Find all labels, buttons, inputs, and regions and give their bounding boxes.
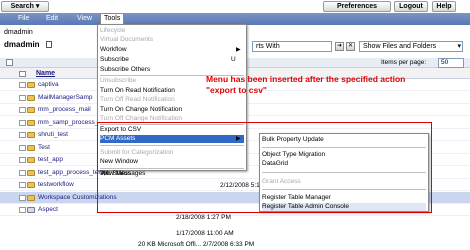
- document-icon: [27, 207, 35, 213]
- folder-icon: [27, 157, 35, 163]
- folder-icon: [27, 194, 35, 201]
- tools-menu-item[interactable]: Subscribe: [100, 56, 244, 64]
- filter-input-text: rts With: [256, 43, 280, 50]
- annotation-text: Menu has been inserted after the specifi…: [206, 74, 406, 95]
- help-button[interactable]: Help: [432, 1, 456, 12]
- submenu-arrow-icon: ▶: [236, 47, 241, 53]
- help-label: Help: [436, 3, 452, 10]
- menu-view[interactable]: View: [77, 14, 92, 24]
- row-checkbox[interactable]: [19, 182, 26, 188]
- items-per-page-value: 50: [441, 59, 449, 66]
- row-checkbox[interactable]: [19, 107, 26, 113]
- row-checkbox[interactable]: [19, 82, 26, 88]
- row-date: 1/17/2008 11:00 AM: [176, 230, 234, 237]
- row-name[interactable]: MailManagerSamp: [38, 94, 93, 101]
- row-name[interactable]: mm_samp_process_m: [38, 119, 104, 126]
- tools-menu-item[interactable]: Lifecycle: [100, 27, 244, 35]
- row-checkbox[interactable]: [19, 207, 26, 213]
- menu-file[interactable]: File: [18, 14, 29, 24]
- folder-icon: [27, 144, 35, 151]
- folder-icon: [27, 94, 35, 101]
- row-checkbox[interactable]: [19, 194, 26, 201]
- folder-icon: [27, 107, 35, 113]
- search-button-label: Search: [10, 3, 34, 10]
- go-arrow-icon[interactable]: ➜: [335, 42, 344, 51]
- logout-button[interactable]: Logout: [394, 1, 428, 12]
- row-name[interactable]: shruti_test: [38, 131, 68, 138]
- show-select-value: Show Files and Folders: [363, 43, 437, 50]
- repository-name: dmadmin: [4, 40, 40, 49]
- row-checkbox[interactable]: [19, 157, 26, 163]
- preferences-label: Preferences: [336, 3, 378, 10]
- clear-icon[interactable]: ✕: [346, 42, 355, 51]
- menu-edit[interactable]: Edit: [46, 14, 58, 24]
- folder-icon: [27, 119, 35, 126]
- items-per-page-label: Items per page:: [381, 59, 427, 66]
- row-name[interactable]: captiva: [38, 81, 59, 88]
- filter-input[interactable]: rts With: [252, 41, 332, 52]
- row-size-date: 20 KB Microsoft Offi... 2/7/2008 6:33 PM: [138, 241, 255, 248]
- row-checkbox[interactable]: [19, 144, 26, 151]
- chevron-down-icon: ▾: [457, 43, 461, 50]
- row-date: 2/18/2008 1:27 PM: [176, 214, 231, 221]
- user-name: dmadmin: [4, 29, 33, 36]
- tools-menu-item[interactable]: Virtual Documents: [100, 36, 244, 44]
- tools-menu-item[interactable]: Turn On Change Notification: [100, 106, 244, 114]
- tools-menu-item[interactable]: Workflow: [100, 46, 244, 54]
- search-button[interactable]: Search ▾: [1, 1, 49, 12]
- row-name[interactable]: test_app: [38, 156, 63, 163]
- select-all-checkbox[interactable]: [6, 59, 13, 66]
- tools-menu-item[interactable]: Subscribe Others: [100, 66, 244, 74]
- row-checkbox[interactable]: [19, 169, 26, 176]
- folder-icon: [27, 182, 35, 188]
- items-per-page-select[interactable]: 50: [438, 58, 464, 68]
- shortcut-label: U: [231, 56, 236, 63]
- name-column-header[interactable]: Name: [36, 70, 55, 77]
- chevron-down-icon: ▾: [35, 3, 40, 10]
- tools-menu-item[interactable]: Turn Off Read Notification: [100, 96, 244, 104]
- row-name[interactable]: mm_process_mail: [38, 106, 91, 113]
- folder-icon: [27, 169, 35, 176]
- folder-icon: [27, 82, 35, 88]
- row-name[interactable]: Aspect: [38, 206, 58, 213]
- preferences-button[interactable]: Preferences: [323, 1, 391, 12]
- row-name[interactable]: testworkflow: [38, 181, 74, 188]
- row-checkbox[interactable]: [19, 132, 26, 138]
- folder-icon: [27, 132, 35, 138]
- logout-label: Logout: [399, 3, 423, 10]
- header-checkbox[interactable]: [19, 71, 26, 77]
- show-select[interactable]: Show Files and Folders ▾: [359, 41, 463, 52]
- row-checkbox[interactable]: [19, 119, 26, 126]
- row-checkbox[interactable]: [19, 94, 26, 101]
- highlight-box: [97, 122, 432, 213]
- repository-icon: [46, 41, 52, 48]
- row-name[interactable]: Test: [38, 144, 50, 151]
